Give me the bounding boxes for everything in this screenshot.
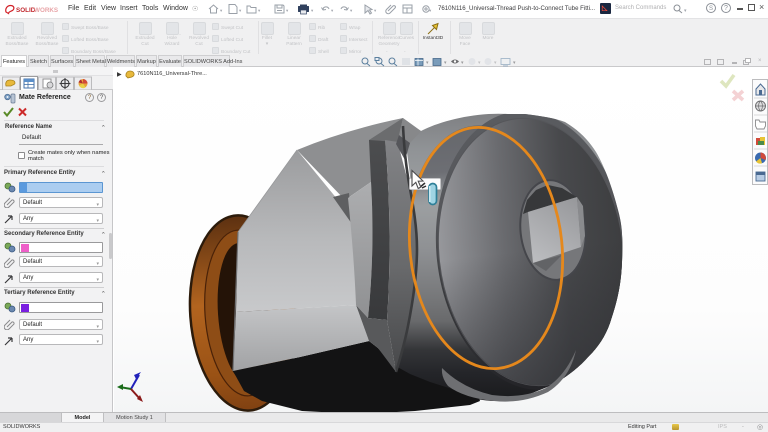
- svg-text:▾: ▾: [220, 8, 223, 13]
- svg-text:▾: ▾: [684, 8, 687, 14]
- svg-text:▾: ▾: [350, 8, 353, 13]
- svg-text:▾: ▾: [374, 8, 377, 13]
- svg-text:▾: ▾: [258, 8, 261, 13]
- svg-text:▾: ▾: [311, 8, 314, 13]
- svg-text:▾: ▾: [494, 60, 497, 66]
- svg-text:▾: ▾: [513, 60, 516, 66]
- svg-text:▾: ▾: [426, 60, 429, 66]
- svg-text:▾: ▾: [478, 60, 481, 66]
- svg-text:WORKS: WORKS: [34, 7, 58, 14]
- svg-text:▾: ▾: [331, 8, 334, 13]
- svg-text:▾: ▾: [444, 60, 447, 66]
- svg-text:▾: ▾: [239, 8, 242, 13]
- svg-text:▾: ▾: [461, 60, 464, 66]
- svg-text:▾: ▾: [429, 8, 432, 13]
- svg-text:SOLID: SOLID: [16, 7, 36, 14]
- svg-text:▾: ▾: [286, 8, 289, 13]
